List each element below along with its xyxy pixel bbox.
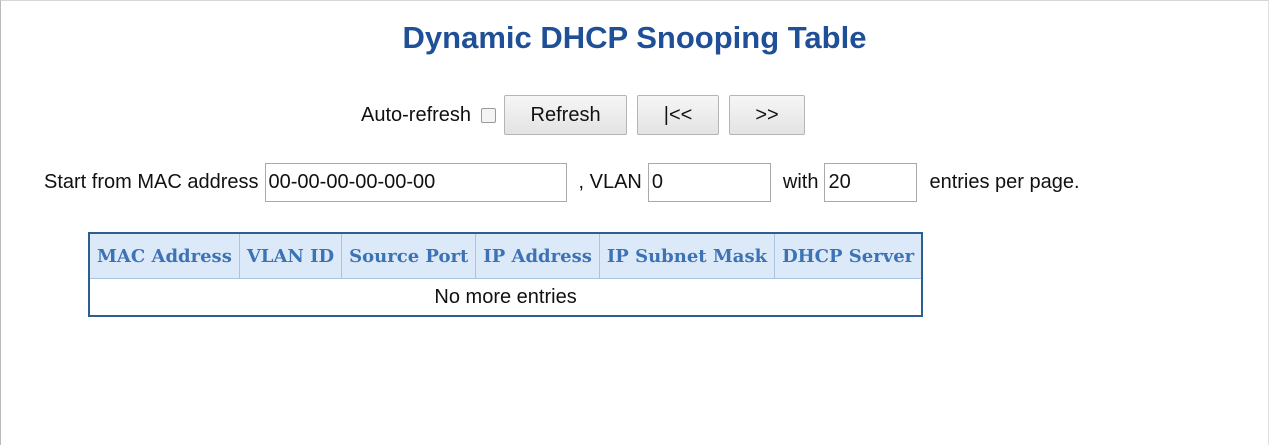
mac-address-input[interactable] — [264, 163, 567, 202]
page-frame — [0, 0, 1269, 445]
auto-refresh-label: Auto-refresh — [361, 103, 472, 126]
entries-per-page-label: entries per page. — [929, 171, 1080, 193]
column-header: VLAN ID — [238, 232, 343, 279]
table-header-row: MAC Address VLAN ID Source Port IP Addre… — [88, 232, 923, 279]
with-label: with — [782, 171, 819, 193]
entries-per-page-input[interactable] — [824, 163, 918, 202]
mac-filter-row: Start from MAC address , VLAN with entri… — [44, 163, 1080, 202]
first-page-button[interactable]: |<< — [637, 95, 720, 135]
column-header: IP Subnet Mask — [598, 232, 776, 279]
column-header: MAC Address — [88, 232, 240, 279]
page-title: Dynamic DHCP Snooping Table — [402, 20, 867, 55]
empty-message: No more entries — [88, 278, 923, 317]
start-mac-label: Start from MAC address — [44, 171, 259, 193]
refresh-controls: Auto-refresh Refresh |<< >> — [361, 95, 815, 135]
column-header: DHCP Server — [774, 232, 923, 279]
dhcp-snooping-table: MAC Address VLAN ID Source Port IP Addre… — [88, 232, 924, 317]
table-row: No more entries — [88, 278, 923, 317]
refresh-button[interactable]: Refresh — [504, 95, 628, 135]
auto-refresh-checkbox[interactable] — [481, 107, 497, 123]
column-header: Source Port — [341, 232, 477, 279]
vlan-input[interactable] — [647, 163, 771, 202]
column-header: IP Address — [475, 232, 600, 279]
vlan-label: , VLAN — [578, 171, 642, 193]
next-page-button[interactable]: >> — [729, 95, 806, 135]
